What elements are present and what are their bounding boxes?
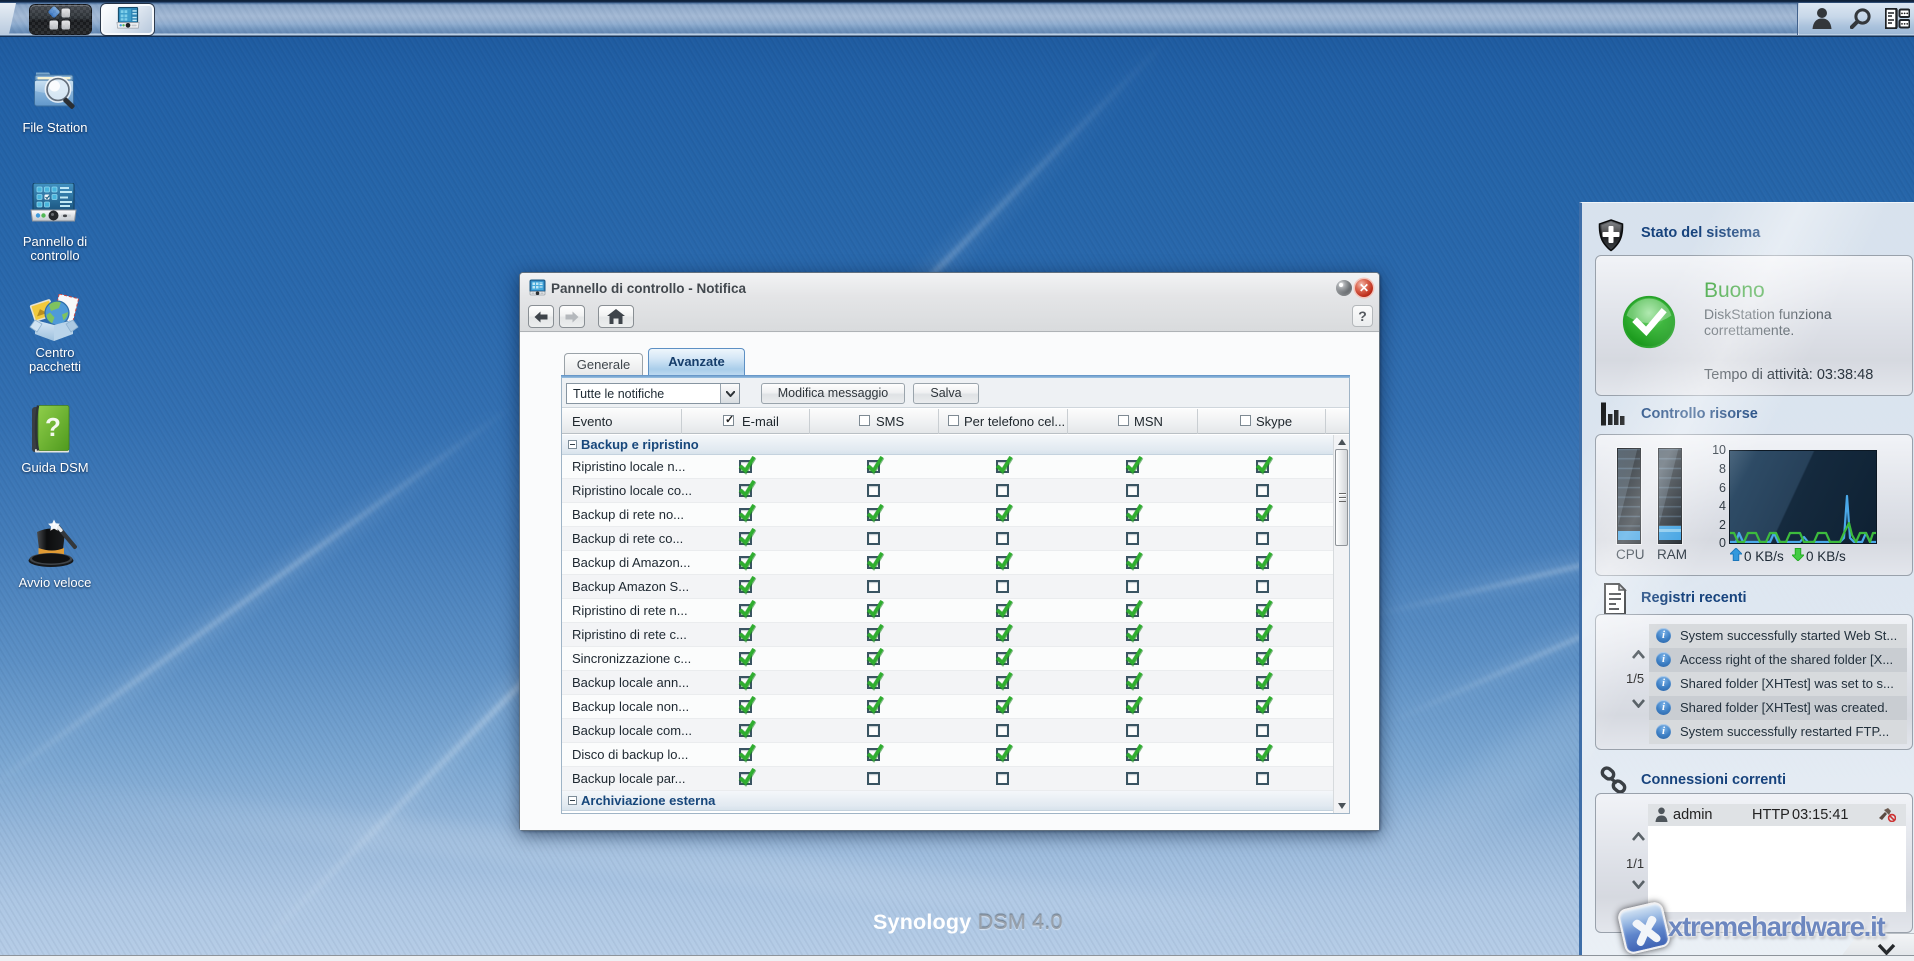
svg-text:?: ?	[45, 412, 61, 442]
